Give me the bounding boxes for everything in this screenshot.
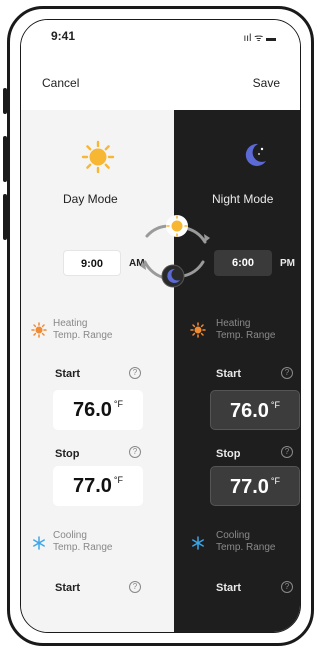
cooling-icon [33,536,45,550]
day-time-field[interactable]: 9:00 [63,250,121,276]
night-heating-stop-field[interactable]: 77.0 °F [210,466,300,506]
moon-icon [245,143,266,166]
night-cooling-title-2: Temp. Range [216,542,276,553]
day-stop-unit: °F [113,475,124,485]
night-mode-label: Night Mode [212,192,274,206]
day-heating-title-1: Heating [53,318,88,329]
cancel-button[interactable]: Cancel [42,76,79,90]
day-cooling-title-2: Temp. Range [53,542,113,553]
day-heating-title-2: Temp. Range [53,330,113,341]
night-time-field[interactable]: 6:00 [214,250,272,276]
night-period-label: PM [280,258,295,269]
nav-bar: Cancel Save [21,54,300,110]
night-start-unit: °F [270,400,281,410]
night-heating-title-1: Heating [216,318,251,329]
sun-icon [81,140,115,174]
day-start-value: 76.0 [72,399,112,421]
day-cooling-start-label: Start [55,582,81,594]
night-cooling-start-label: Start [216,582,242,594]
night-start-value: 76.0 [229,400,269,422]
day-mode-label: Day Mode [63,192,118,206]
day-start-help-icon[interactable]: ? [129,367,141,379]
screen: 9:41 ııl ᯤ ▬ Cancel Save Day Mode 9:00 A… [20,19,301,633]
night-cooling-help-icon[interactable]: ? [281,581,293,593]
night-heating-start-label: Start [216,368,242,380]
night-cooling-title-1: Cooling [216,530,250,541]
day-heating-stop-label: Stop [55,448,80,460]
phone-frame: 9:41 ııl ᯤ ▬ Cancel Save Day Mode 9:00 A… [7,6,314,646]
heating-icon [31,322,47,338]
day-mode-panel: Day Mode 9:00 AM Heating Temp. Range Sta… [21,110,174,632]
night-heating-icon [190,322,206,338]
day-stop-help-icon[interactable]: ? [129,446,141,458]
day-heating-start-field[interactable]: 76.0 °F [53,390,143,430]
night-start-help-icon[interactable]: ? [281,367,293,379]
night-stop-value: 77.0 [229,476,269,498]
night-stop-unit: °F [270,476,281,486]
day-stop-value: 77.0 [72,475,112,497]
day-night-switch-icon[interactable] [133,210,217,290]
night-heating-title-2: Temp. Range [216,330,276,341]
status-time: 9:41 [51,29,76,43]
night-heating-start-field[interactable]: 76.0 °F [210,390,300,430]
night-heating-stop-label: Stop [216,448,241,460]
status-bar: 9:41 ııl ᯤ ▬ [21,20,300,54]
status-icons: ııl ᯤ ▬ [243,33,276,44]
day-cooling-title-1: Cooling [53,530,87,541]
night-stop-help-icon[interactable]: ? [281,446,293,458]
day-heating-start-label: Start [55,368,81,380]
day-cooling-help-icon[interactable]: ? [129,581,141,593]
day-heating-stop-field[interactable]: 77.0 °F [53,466,143,506]
day-start-unit: °F [113,399,124,409]
save-button[interactable]: Save [253,76,280,90]
night-mode-panel: Night Mode 6:00 PM Heating Temp. Range S… [174,110,300,632]
night-cooling-icon [192,536,204,550]
